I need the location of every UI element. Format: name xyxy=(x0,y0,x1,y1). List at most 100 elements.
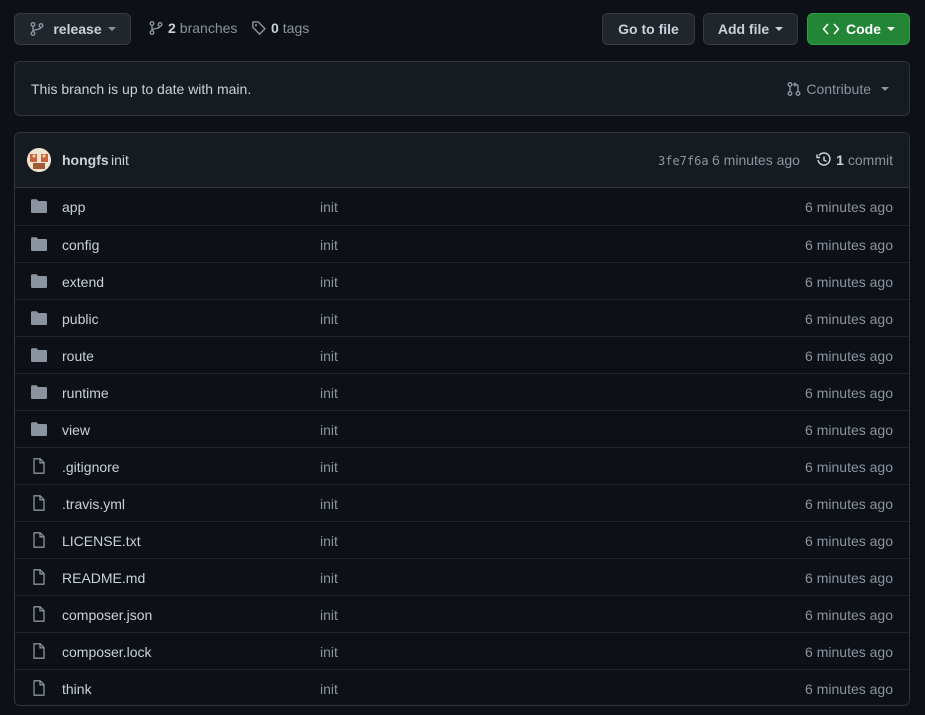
file-list: app init 6 minutes ago config init 6 minutes … xyxy=(15,188,909,705)
file-name-link[interactable]: composer.lock xyxy=(62,644,151,660)
commit-author[interactable]: hongfs xyxy=(62,152,109,168)
tags-count: 0 xyxy=(271,20,279,36)
branch-status-banner: This branch is up to date with main. Con… xyxy=(14,61,910,116)
file-row[interactable]: README.md init 6 minutes ago xyxy=(15,558,909,595)
go-to-file-label: Go to file xyxy=(618,21,679,37)
file-row[interactable]: composer.json init 6 minutes ago xyxy=(15,595,909,632)
file-commit-message[interactable]: init xyxy=(320,199,338,215)
file-icon xyxy=(30,680,48,696)
branches-link[interactable]: 2 branches xyxy=(148,20,237,36)
commit-history-link[interactable]: 1 commit xyxy=(816,152,893,168)
commit-count-label: commit xyxy=(847,152,893,168)
file-name-link[interactable]: .gitignore xyxy=(62,459,120,475)
file-row[interactable]: public init 6 minutes ago xyxy=(15,299,909,336)
branch-status-message: This branch is up to date with main. xyxy=(31,81,252,97)
tag-icon xyxy=(252,21,266,35)
chevron-down-icon xyxy=(775,27,784,31)
file-commit-message[interactable]: init xyxy=(320,496,338,512)
file-name-link[interactable]: composer.json xyxy=(62,607,152,623)
file-row[interactable]: app init 6 minutes ago xyxy=(15,188,909,225)
file-name-link[interactable]: public xyxy=(62,311,99,327)
file-commit-message[interactable]: init xyxy=(320,422,338,438)
branch-select-label: release xyxy=(53,21,102,37)
file-commit-age: 6 minutes ago xyxy=(805,274,893,290)
file-commit-message[interactable]: init xyxy=(320,311,338,327)
file-commit-message[interactable]: init xyxy=(320,681,338,697)
file-row[interactable]: runtime init 6 minutes ago xyxy=(15,373,909,410)
code-icon xyxy=(822,23,840,35)
file-commit-age: 6 minutes ago xyxy=(805,681,893,697)
file-row[interactable]: route init 6 minutes ago xyxy=(15,336,909,373)
file-commit-age: 6 minutes ago xyxy=(805,533,893,549)
file-row[interactable]: config init 6 minutes ago xyxy=(15,225,909,262)
go-to-file-button[interactable]: Go to file xyxy=(602,13,695,45)
git-branch-icon xyxy=(149,21,163,35)
file-commit-message[interactable]: init xyxy=(320,459,338,475)
history-icon xyxy=(816,152,831,166)
file-name-link[interactable]: extend xyxy=(62,274,104,290)
file-name-link[interactable]: app xyxy=(62,199,85,215)
branches-count: 2 xyxy=(168,20,176,36)
file-commit-age: 6 minutes ago xyxy=(805,348,893,364)
folder-icon xyxy=(30,384,48,400)
contribute-button[interactable]: Contribute xyxy=(786,81,889,97)
add-file-button[interactable]: Add file xyxy=(703,13,798,45)
file-name-link[interactable]: runtime xyxy=(62,385,109,401)
folder-icon xyxy=(30,236,48,252)
file-name-link[interactable]: LICENSE.txt xyxy=(62,533,141,549)
file-commit-message[interactable]: init xyxy=(320,237,338,253)
file-row[interactable]: view init 6 minutes ago xyxy=(15,410,909,447)
git-pull-request-icon xyxy=(787,82,801,96)
file-name-link[interactable]: README.md xyxy=(62,570,145,586)
file-row[interactable]: think init 6 minutes ago xyxy=(15,669,909,705)
file-commit-message[interactable]: init xyxy=(320,533,338,549)
tags-label: tags xyxy=(282,20,310,36)
file-commit-message[interactable]: init xyxy=(320,348,338,364)
tags-link[interactable]: 0 tags xyxy=(251,20,309,36)
commit-message[interactable]: init xyxy=(111,152,129,168)
folder-icon xyxy=(30,198,48,214)
folder-icon xyxy=(30,421,48,437)
code-button[interactable]: Code xyxy=(807,13,910,45)
code-label: Code xyxy=(846,21,881,37)
branches-label: branches xyxy=(179,20,238,36)
file-commit-message[interactable]: init xyxy=(320,644,338,660)
file-commit-age: 6 minutes ago xyxy=(805,496,893,512)
file-icon xyxy=(30,532,48,548)
file-commit-age: 6 minutes ago xyxy=(805,237,893,253)
file-icon xyxy=(30,458,48,474)
file-row[interactable]: .gitignore init 6 minutes ago xyxy=(15,447,909,484)
latest-commit-bar: hongfs init 3fe7f6a 6 minutes ago 1 comm… xyxy=(15,133,909,188)
folder-icon xyxy=(30,310,48,326)
file-row[interactable]: composer.lock init 6 minutes ago xyxy=(15,632,909,669)
file-icon xyxy=(30,569,48,585)
file-row[interactable]: LICENSE.txt init 6 minutes ago xyxy=(15,521,909,558)
file-name-link[interactable]: view xyxy=(62,422,90,438)
avatar-image xyxy=(27,148,51,172)
file-commit-age: 6 minutes ago xyxy=(805,607,893,623)
avatar[interactable] xyxy=(27,148,51,172)
file-commit-age: 6 minutes ago xyxy=(805,311,893,327)
file-name-link[interactable]: think xyxy=(62,681,92,697)
chevron-down-icon xyxy=(881,87,889,91)
git-branch-icon xyxy=(30,22,44,36)
commit-count: 1 xyxy=(836,152,844,168)
file-commit-age: 6 minutes ago xyxy=(805,644,893,660)
chevron-down-icon xyxy=(887,27,895,31)
file-commit-message[interactable]: init xyxy=(320,607,338,623)
contribute-label: Contribute xyxy=(806,81,871,97)
file-name-link[interactable]: .travis.yml xyxy=(62,496,125,512)
branch-select-button[interactable]: release xyxy=(14,13,131,45)
file-row[interactable]: .travis.yml init 6 minutes ago xyxy=(15,484,909,521)
file-commit-message[interactable]: init xyxy=(320,570,338,586)
file-commit-message[interactable]: init xyxy=(320,385,338,401)
file-commit-message[interactable]: init xyxy=(320,274,338,290)
file-name-link[interactable]: config xyxy=(62,237,99,253)
file-row[interactable]: extend init 6 minutes ago xyxy=(15,262,909,299)
file-commit-age: 6 minutes ago xyxy=(805,422,893,438)
folder-icon xyxy=(30,273,48,289)
file-icon xyxy=(30,495,48,511)
commit-sha[interactable]: 3fe7f6a xyxy=(658,154,709,168)
file-icon xyxy=(30,643,48,659)
file-name-link[interactable]: route xyxy=(62,348,94,364)
